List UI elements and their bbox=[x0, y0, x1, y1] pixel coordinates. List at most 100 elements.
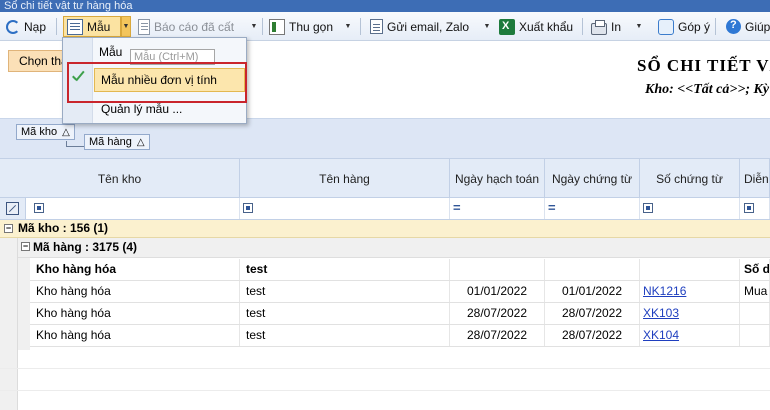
help-label: Giúp bbox=[745, 19, 770, 34]
filter-equals-icon[interactable]: = bbox=[548, 200, 556, 215]
group-connector bbox=[66, 146, 84, 147]
print-button[interactable]: In bbox=[591, 16, 621, 37]
filter-operator-icon[interactable] bbox=[34, 203, 44, 213]
voucher-link[interactable]: NK1216 bbox=[640, 281, 740, 302]
cell-ngay-hach-toan: 28/07/2022 bbox=[450, 303, 545, 324]
saved-reports-label: Báo cáo đã cất bbox=[154, 19, 235, 34]
voucher-link[interactable]: XK103 bbox=[640, 303, 740, 324]
empty-row bbox=[0, 369, 770, 391]
cell-dien-giai: Số dư đầu kỳ bbox=[740, 259, 770, 280]
toolbar-separator bbox=[56, 18, 57, 35]
email-dropdown-caret[interactable]: ▼ bbox=[482, 16, 492, 37]
column-header-ten-hang[interactable]: Tên hàng bbox=[240, 159, 450, 198]
collapse-group-icon[interactable]: − bbox=[4, 224, 13, 233]
group-chip-label: Mã kho bbox=[21, 126, 58, 138]
feedback-label: Góp ý bbox=[678, 19, 711, 34]
saved-reports-button[interactable]: Báo cáo đã cất bbox=[138, 16, 234, 37]
group-row-label: Mã hàng : 3175 (4) bbox=[33, 240, 138, 254]
column-header-dien-giai[interactable]: Diễn giải bbox=[740, 159, 770, 198]
cell-dien-giai bbox=[740, 325, 770, 346]
choose-parameters-button[interactable]: Chọn tham số bbox=[8, 50, 64, 72]
cell-ngay-hach-toan bbox=[450, 259, 545, 280]
cell-ten-kho: Kho hàng hóa bbox=[30, 281, 240, 302]
filter-row-header bbox=[0, 198, 26, 219]
column-header-ten-kho[interactable]: Tên kho bbox=[0, 159, 240, 198]
column-header-so-chung-tu[interactable]: Số chứng từ bbox=[640, 159, 740, 198]
group-row-ma-kho[interactable]: − Mã kho : 156 (1) bbox=[0, 220, 770, 238]
cell-ngay-chung-tu: 28/07/2022 bbox=[545, 325, 640, 346]
report-subtitle: Kho: <<Tất cả>>; Kỳ bbox=[645, 82, 770, 97]
table-row[interactable]: Kho hàng hóa test 28/07/2022 28/07/2022 … bbox=[30, 325, 770, 347]
cell-ngay-chung-tu bbox=[545, 259, 640, 280]
grid-header: Tên kho Tên hàng Ngày hạch toán Ngày chứ… bbox=[0, 158, 770, 198]
menu-item-manage-templates[interactable]: Quản lý mẫu ... bbox=[101, 102, 182, 116]
group-chip-ma-kho[interactable]: Mã kho △ bbox=[16, 124, 75, 140]
print-label: In bbox=[611, 19, 622, 34]
filter-operator-icon[interactable] bbox=[744, 203, 754, 213]
refresh-button[interactable]: Nạp bbox=[6, 16, 46, 37]
filter-row: = = bbox=[0, 198, 770, 220]
export-button[interactable]: Xuất khẩu bbox=[499, 16, 573, 37]
collapse-icon bbox=[269, 18, 285, 35]
send-email-button[interactable]: Gửi email, Zalo bbox=[370, 16, 469, 37]
saved-reports-icon bbox=[138, 18, 150, 35]
empty-row bbox=[0, 391, 770, 410]
group-row-label: Mã kho : 156 (1) bbox=[18, 221, 109, 235]
cell-ngay-chung-tu: 01/01/2022 bbox=[545, 281, 640, 302]
toolbar-separator bbox=[582, 18, 583, 35]
print-dropdown-caret[interactable]: ▼ bbox=[634, 16, 644, 37]
table-row[interactable]: Kho hàng hóa test 28/07/2022 28/07/2022 … bbox=[30, 303, 770, 325]
collapse-label: Thu gọn bbox=[289, 19, 334, 34]
template-button[interactable]: Mẫu bbox=[63, 16, 121, 37]
column-header-ngay-chung-tu[interactable]: Ngày chứng từ bbox=[545, 159, 640, 198]
window-title: Sổ chi tiết vật tư hàng hóa bbox=[0, 0, 770, 12]
help-button[interactable]: Giúp bbox=[726, 16, 770, 37]
send-email-label: Gửi email, Zalo bbox=[387, 19, 470, 34]
voucher-link[interactable]: XK104 bbox=[640, 325, 740, 346]
cell-so-chung-tu bbox=[640, 259, 740, 280]
help-icon bbox=[726, 19, 741, 34]
toolbar-separator bbox=[360, 18, 361, 35]
collapse-button[interactable]: Thu gọn bbox=[269, 16, 333, 37]
filter-cell-ngay-chung-tu[interactable]: = bbox=[545, 198, 640, 219]
saved-reports-dropdown-caret[interactable]: ▼ bbox=[249, 16, 259, 37]
cell-ten-kho: Kho hàng hóa bbox=[30, 325, 240, 346]
filter-cell-dien-giai[interactable] bbox=[740, 198, 770, 219]
cell-ten-hang: test bbox=[240, 325, 450, 346]
filter-equals-icon[interactable]: = bbox=[453, 200, 461, 215]
clear-filter-icon[interactable] bbox=[6, 202, 19, 215]
filter-cell-ngay-hach-toan[interactable]: = bbox=[450, 198, 545, 219]
printer-icon bbox=[591, 19, 607, 35]
menu-item-default-template[interactable]: Mẫu bbox=[99, 45, 122, 59]
filter-cell-so-chung-tu[interactable] bbox=[640, 198, 740, 219]
cell-dien-giai: Mua hàng bbox=[740, 281, 770, 302]
template-dropdown-caret[interactable]: ▼ bbox=[121, 16, 131, 37]
sort-ascending-icon: △ bbox=[62, 127, 70, 138]
filter-cell-ten-hang[interactable] bbox=[240, 198, 450, 219]
filter-operator-icon[interactable] bbox=[643, 203, 653, 213]
report-title: SỔ CHI TIẾT VẬT TƯ HÀNG HÓA bbox=[637, 56, 770, 75]
filter-cell-ten-kho[interactable] bbox=[26, 198, 240, 219]
cell-ngay-hach-toan: 01/01/2022 bbox=[450, 281, 545, 302]
collapse-group-icon[interactable]: − bbox=[21, 242, 30, 251]
collapse-dropdown-caret[interactable]: ▼ bbox=[343, 16, 353, 37]
table-row-opening-balance[interactable]: Kho hàng hóa test Số dư đầu kỳ bbox=[30, 259, 770, 281]
refresh-label: Nạp bbox=[24, 19, 47, 34]
toolbar-separator bbox=[715, 18, 716, 35]
group-row-ma-hang[interactable]: − Mã hàng : 3175 (4) bbox=[18, 238, 770, 258]
filter-operator-icon[interactable] bbox=[243, 203, 253, 213]
group-chip-label: Mã hàng bbox=[89, 136, 132, 148]
excel-icon bbox=[499, 18, 515, 35]
email-icon bbox=[370, 19, 383, 34]
report-window: Sổ chi tiết vật tư hàng hóa Nạp Mẫu ▼ Bá… bbox=[0, 0, 770, 410]
group-indent bbox=[18, 258, 30, 350]
column-header-ngay-hach-toan[interactable]: Ngày hạch toán bbox=[450, 159, 545, 198]
sort-ascending-icon: △ bbox=[136, 137, 145, 148]
feedback-button[interactable]: Góp ý bbox=[658, 16, 710, 37]
cell-ten-kho: Kho hàng hóa bbox=[30, 303, 240, 324]
group-chip-ma-hang[interactable]: Mã hàng △ bbox=[84, 134, 150, 150]
cell-ngay-chung-tu: 28/07/2022 bbox=[545, 303, 640, 324]
table-row[interactable]: Kho hàng hóa test 01/01/2022 01/01/2022 … bbox=[30, 281, 770, 303]
cell-ten-hang: test bbox=[240, 303, 450, 324]
cell-dien-giai bbox=[740, 303, 770, 324]
